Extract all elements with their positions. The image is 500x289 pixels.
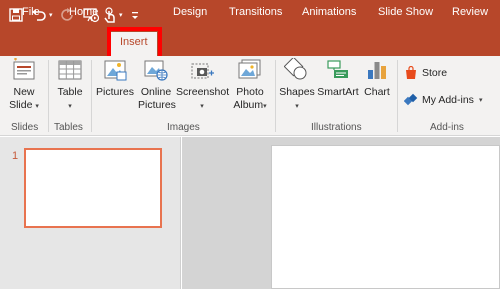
- chevron-down-icon: ▾: [35, 103, 39, 110]
- store-label: Store: [422, 67, 448, 79]
- customize-qat-icon: [132, 12, 138, 19]
- screenshot-icon: [191, 63, 214, 79]
- shapes-button[interactable]: Shapes ▾: [279, 58, 315, 113]
- photo-album-label-line2: Album: [233, 99, 264, 111]
- new-slide-label-line2: Slide: [9, 99, 33, 111]
- group-divider: [275, 60, 276, 132]
- photo-album-icon: [238, 59, 261, 79]
- tab-transitions[interactable]: Transitions: [229, 6, 282, 18]
- touch-mode-dropdown[interactable]: ▾: [119, 5, 123, 25]
- chevron-down-icon: ▾: [478, 97, 483, 104]
- photo-album-label-line1: Photo: [236, 86, 264, 98]
- pictures-button[interactable]: Pictures: [95, 58, 135, 99]
- tab-review[interactable]: Review: [452, 6, 488, 18]
- touch-mode-button[interactable]: [103, 5, 117, 25]
- group-label-images: Images: [167, 122, 200, 133]
- tab-insert[interactable]: Insert: [111, 32, 157, 56]
- ribbon-tab-row: [0, 30, 500, 56]
- undo-dropdown[interactable]: ▾: [49, 5, 53, 25]
- chevron-down-icon: ▾: [119, 12, 123, 19]
- group-label-tables: Tables: [54, 122, 83, 133]
- new-slide-button[interactable]: New Slide ▾: [6, 58, 42, 113]
- table-label: Table: [57, 86, 83, 98]
- shapes-icon: [284, 58, 307, 80]
- online-pictures-icon: [144, 60, 168, 81]
- chevron-down-icon: ▾: [68, 103, 72, 110]
- save-icon: [9, 8, 23, 22]
- smartart-button[interactable]: SmartArt: [316, 58, 360, 99]
- smartart-label: SmartArt: [317, 86, 359, 98]
- my-addins-button[interactable]: My Add-ins ▾: [404, 93, 482, 107]
- pictures-label: Pictures: [96, 86, 134, 98]
- new-slide-label-line1: New: [13, 86, 35, 98]
- group-label-slides: Slides: [11, 122, 39, 133]
- slide-thumbnail[interactable]: [24, 148, 162, 228]
- screenshot-label: Screenshot: [176, 86, 230, 98]
- shapes-label: Shapes: [279, 86, 315, 98]
- group-label-illustrations: Illustrations: [311, 122, 362, 133]
- tab-file[interactable]: File: [22, 6, 40, 18]
- tab-design[interactable]: Design: [173, 6, 207, 18]
- online-pictures-label-line1: Online: [140, 86, 172, 98]
- pictures-icon: [104, 60, 127, 81]
- chevron-down-icon: ▾: [49, 12, 53, 19]
- smartart-icon: [327, 60, 348, 78]
- photo-album-button[interactable]: Photo Album▾: [230, 58, 270, 113]
- chevron-down-icon: ▾: [295, 103, 299, 110]
- store-icon: [406, 66, 416, 79]
- chevron-down-icon: ▾: [263, 103, 267, 110]
- table-icon: [58, 60, 82, 80]
- my-addins-label: My Add-ins: [422, 94, 474, 106]
- save-button[interactable]: [9, 5, 23, 25]
- touch-mode-icon: [104, 7, 115, 23]
- screenshot-button[interactable]: Screenshot ▾: [176, 58, 230, 113]
- chevron-down-icon: ▾: [200, 103, 204, 110]
- table-button[interactable]: Table ▾: [53, 58, 87, 113]
- customize-qat-button[interactable]: [130, 5, 140, 25]
- tab-animations[interactable]: Animations: [302, 6, 356, 18]
- store-button[interactable]: Store: [404, 66, 447, 80]
- chart-button[interactable]: Chart: [362, 58, 392, 99]
- group-divider: [48, 60, 49, 132]
- tab-home[interactable]: Home: [69, 6, 98, 18]
- group-label-add-ins: Add-ins: [430, 122, 464, 133]
- tab-slide-show[interactable]: Slide Show: [378, 6, 433, 18]
- new-slide-icon: [13, 58, 35, 80]
- online-pictures-button[interactable]: Online Pictures: [138, 58, 176, 112]
- group-divider: [91, 60, 92, 132]
- chart-icon: [368, 62, 386, 79]
- slide-number: 1: [12, 150, 19, 162]
- slide-canvas[interactable]: [271, 145, 500, 289]
- chart-label: Chart: [364, 86, 390, 98]
- group-divider: [397, 60, 398, 132]
- online-pictures-label-line2: Pictures: [138, 99, 176, 111]
- my-addins-icon: [404, 93, 418, 106]
